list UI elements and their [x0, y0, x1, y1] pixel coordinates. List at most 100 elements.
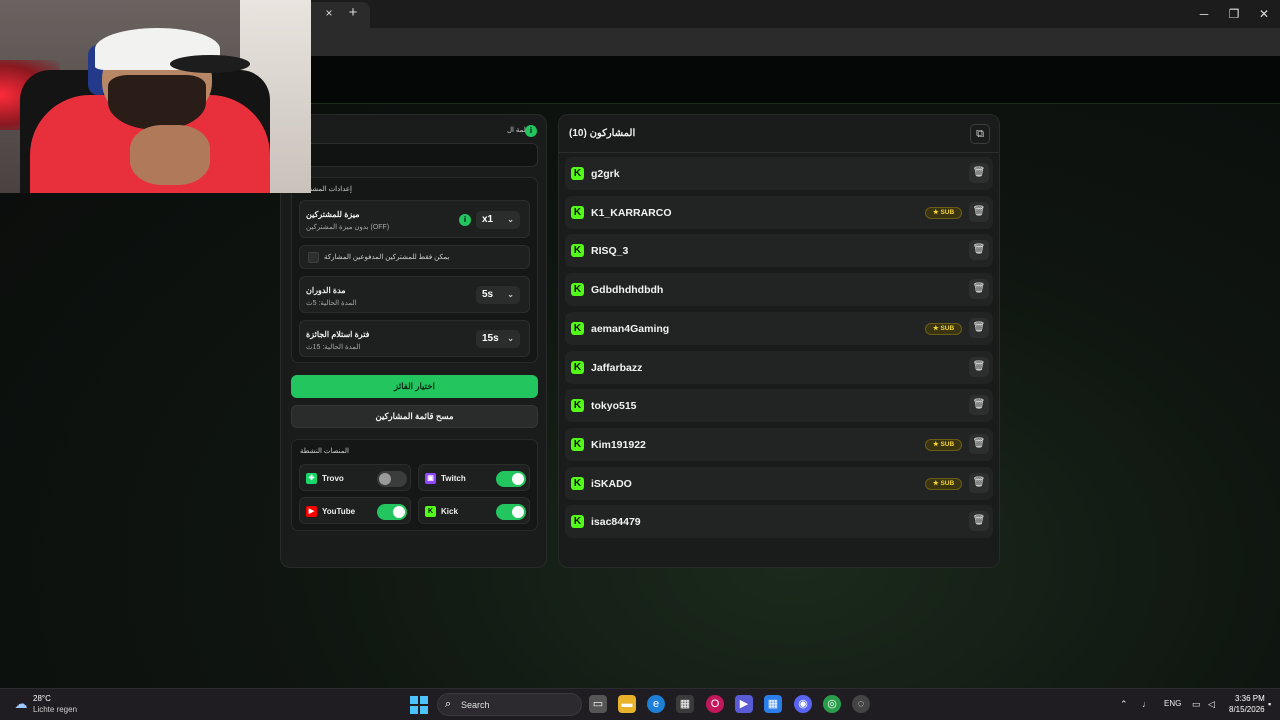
active-platforms-group: المنصات النشطة ✚ Trovo ▣ Twitch ▶ YouTub… — [291, 439, 538, 531]
sub-advantage-option: ميزة للمشتركين بدون ميزة المشتركين (OFF)… — [299, 200, 530, 238]
start-button[interactable] — [410, 696, 428, 714]
file-explorer-icon[interactable]: ▬ — [618, 695, 636, 713]
delete-icon[interactable]: 🗑 — [969, 433, 989, 454]
delete-icon[interactable]: 🗑 — [969, 163, 989, 183]
chevron-down-icon: ⌄ — [507, 215, 514, 224]
spin-duration-subtitle: المدة الحالية: 5ث — [306, 300, 357, 307]
participants-header: المشاركون (10) ⧉ — [559, 115, 999, 153]
delete-icon[interactable]: 🗑 — [969, 472, 989, 493]
close-window-icon[interactable]: ✕ — [1256, 6, 1272, 22]
kick-icon: K — [571, 321, 584, 335]
webcam-cap-brim — [170, 55, 250, 73]
kick-icon: K — [571, 437, 584, 451]
maximize-icon[interactable]: ❐ — [1226, 6, 1242, 22]
platform-name: Trovo — [322, 474, 344, 483]
toggle-knob — [512, 506, 524, 518]
delete-icon[interactable]: 🗑 — [969, 511, 989, 532]
volume-icon[interactable]: ◁ — [1208, 699, 1215, 710]
kick-icon: K — [571, 399, 584, 413]
sub-advantage-select[interactable]: x1 ⌄ — [476, 211, 520, 229]
participant-row: KiSKADO ★ SUB 🗑 — [565, 466, 993, 500]
youtube-icon: ▶ — [306, 506, 317, 517]
sub-advantage-info-icon[interactable]: i — [459, 214, 471, 226]
participants-title: المشاركون (10) — [569, 128, 636, 139]
participant-row: Kisac84479 🗑 — [565, 505, 993, 539]
platform-name: Twitch — [441, 474, 466, 483]
sub-advantage-value: x1 — [482, 214, 494, 225]
spin-duration-value: 5s — [482, 289, 494, 300]
subs-only-option[interactable]: يمكن فقط للمشتركين المدفوعين المشاركة — [299, 245, 530, 269]
participant-row: Kaeman4Gaming ★ SUB 🗑 — [565, 311, 993, 345]
toggle-knob — [512, 473, 524, 485]
opera-icon[interactable]: O — [706, 695, 724, 713]
tab-close-icon[interactable]: × — [322, 6, 336, 20]
chevron-down-icon: ⌄ — [507, 334, 514, 343]
participant-row: K Gdbdhdhdbdh 🗑 — [565, 273, 993, 307]
twitch-toggle[interactable] — [496, 471, 526, 487]
kick-icon: K — [571, 360, 584, 374]
platform-card-trovo: ✚ Trovo — [299, 464, 411, 491]
participant-name: tokyo515 — [591, 400, 637, 413]
minimize-icon[interactable]: ─ — [1196, 6, 1212, 22]
clock-date[interactable]: 8/15/2026 — [1229, 705, 1265, 714]
clear-participants-button[interactable]: مسح قائمة المشاركين — [291, 405, 538, 428]
weather-icon[interactable]: ☁ — [12, 696, 30, 712]
twitch-icon: ▣ — [425, 473, 436, 484]
platform-name: YouTube — [322, 507, 356, 516]
spin-duration-select[interactable]: 5s ⌄ — [476, 286, 520, 304]
language-indicator[interactable]: ENG — [1164, 699, 1181, 708]
platform-name: Kick — [441, 507, 458, 516]
delete-icon[interactable]: 🗑 — [969, 279, 989, 300]
kick-toggle[interactable] — [496, 504, 526, 520]
kick-icon: K — [571, 167, 584, 180]
copy-icon[interactable]: ⧉ — [970, 124, 990, 144]
subs-only-checkbox[interactable] — [308, 252, 319, 263]
task-view-icon[interactable]: ▭ — [589, 695, 607, 713]
claim-period-subtitle: المدة الحالية: 15ث — [306, 344, 361, 351]
participant-name: Jaffarbazz — [591, 361, 643, 374]
notifications-icon[interactable]: ▪ — [1268, 699, 1271, 709]
new-tab-icon[interactable]: + — [345, 5, 361, 21]
sub-badge: ★ SUB — [925, 477, 962, 490]
discord-icon[interactable]: ◉ — [794, 695, 812, 713]
webcam-overlay — [0, 0, 311, 193]
claim-period-select[interactable]: 15s ⌄ — [476, 330, 520, 348]
youtube-toggle[interactable] — [377, 504, 407, 520]
chevron-down-icon: ⌄ — [507, 290, 514, 299]
chrome-icon[interactable]: ◎ — [823, 695, 841, 713]
delete-icon[interactable]: 🗑 — [969, 317, 989, 338]
kick-icon: K — [425, 506, 436, 517]
pick-winner-button[interactable]: اختيار الفائز — [291, 375, 538, 398]
participant-name: iSKADO — [591, 477, 632, 490]
tray-chevron-icon[interactable]: ⌃ — [1120, 699, 1128, 710]
store-icon[interactable]: ▦ — [676, 695, 694, 713]
participant-name: isac84479 — [591, 516, 641, 529]
trovo-icon: ✚ — [306, 473, 317, 484]
participants-panel: المشاركون (10) ⧉ Kg2grk 🗑 K K1_KARRARCO ★ SU… — [558, 114, 1000, 568]
clock-time[interactable]: 3:36 PM — [1235, 694, 1265, 703]
delete-icon[interactable]: 🗑 — [969, 356, 989, 377]
participant-row: K Kim191922 ★ SUB 🗑 — [565, 427, 993, 461]
delete-icon[interactable]: 🗑 — [969, 201, 989, 222]
participant-name: RISQ_3 — [591, 245, 629, 258]
toggle-knob — [379, 473, 391, 485]
info-icon[interactable]: i — [525, 125, 537, 137]
obs-icon[interactable]: ◌ — [852, 695, 870, 713]
participant-name: aeman4Gaming — [591, 322, 670, 335]
delete-icon[interactable]: 🗑 — [969, 240, 989, 261]
media-player-icon[interactable]: ▶ — [735, 695, 753, 713]
app-grid-icon[interactable]: ▦ — [764, 695, 782, 713]
participant-row: Ktokyo515 🗑 — [565, 389, 993, 423]
trovo-toggle[interactable] — [377, 471, 407, 487]
participant-settings-group: إعدادات المشت ميزة للمشتركين بدون ميزة ا… — [291, 177, 538, 363]
microphone-icon[interactable]: ♩ — [1142, 699, 1151, 709]
display-icon[interactable]: ▭ — [1192, 699, 1201, 710]
keyword-input[interactable] — [291, 143, 538, 167]
windows-taskbar: ☁ 28°C Lichte regen ⌕ Search ▭ ▬ e ▦ O ▶… — [0, 688, 1280, 720]
edge-icon[interactable]: e — [647, 695, 665, 713]
delete-icon[interactable]: 🗑 — [969, 395, 989, 416]
participant-row: Kg2grk 🗑 — [565, 157, 993, 190]
weather-description: Lichte regen — [33, 705, 78, 714]
platform-card-twitch: ▣ Twitch — [418, 464, 530, 491]
taskbar-search[interactable]: ⌕ Search — [437, 693, 582, 716]
